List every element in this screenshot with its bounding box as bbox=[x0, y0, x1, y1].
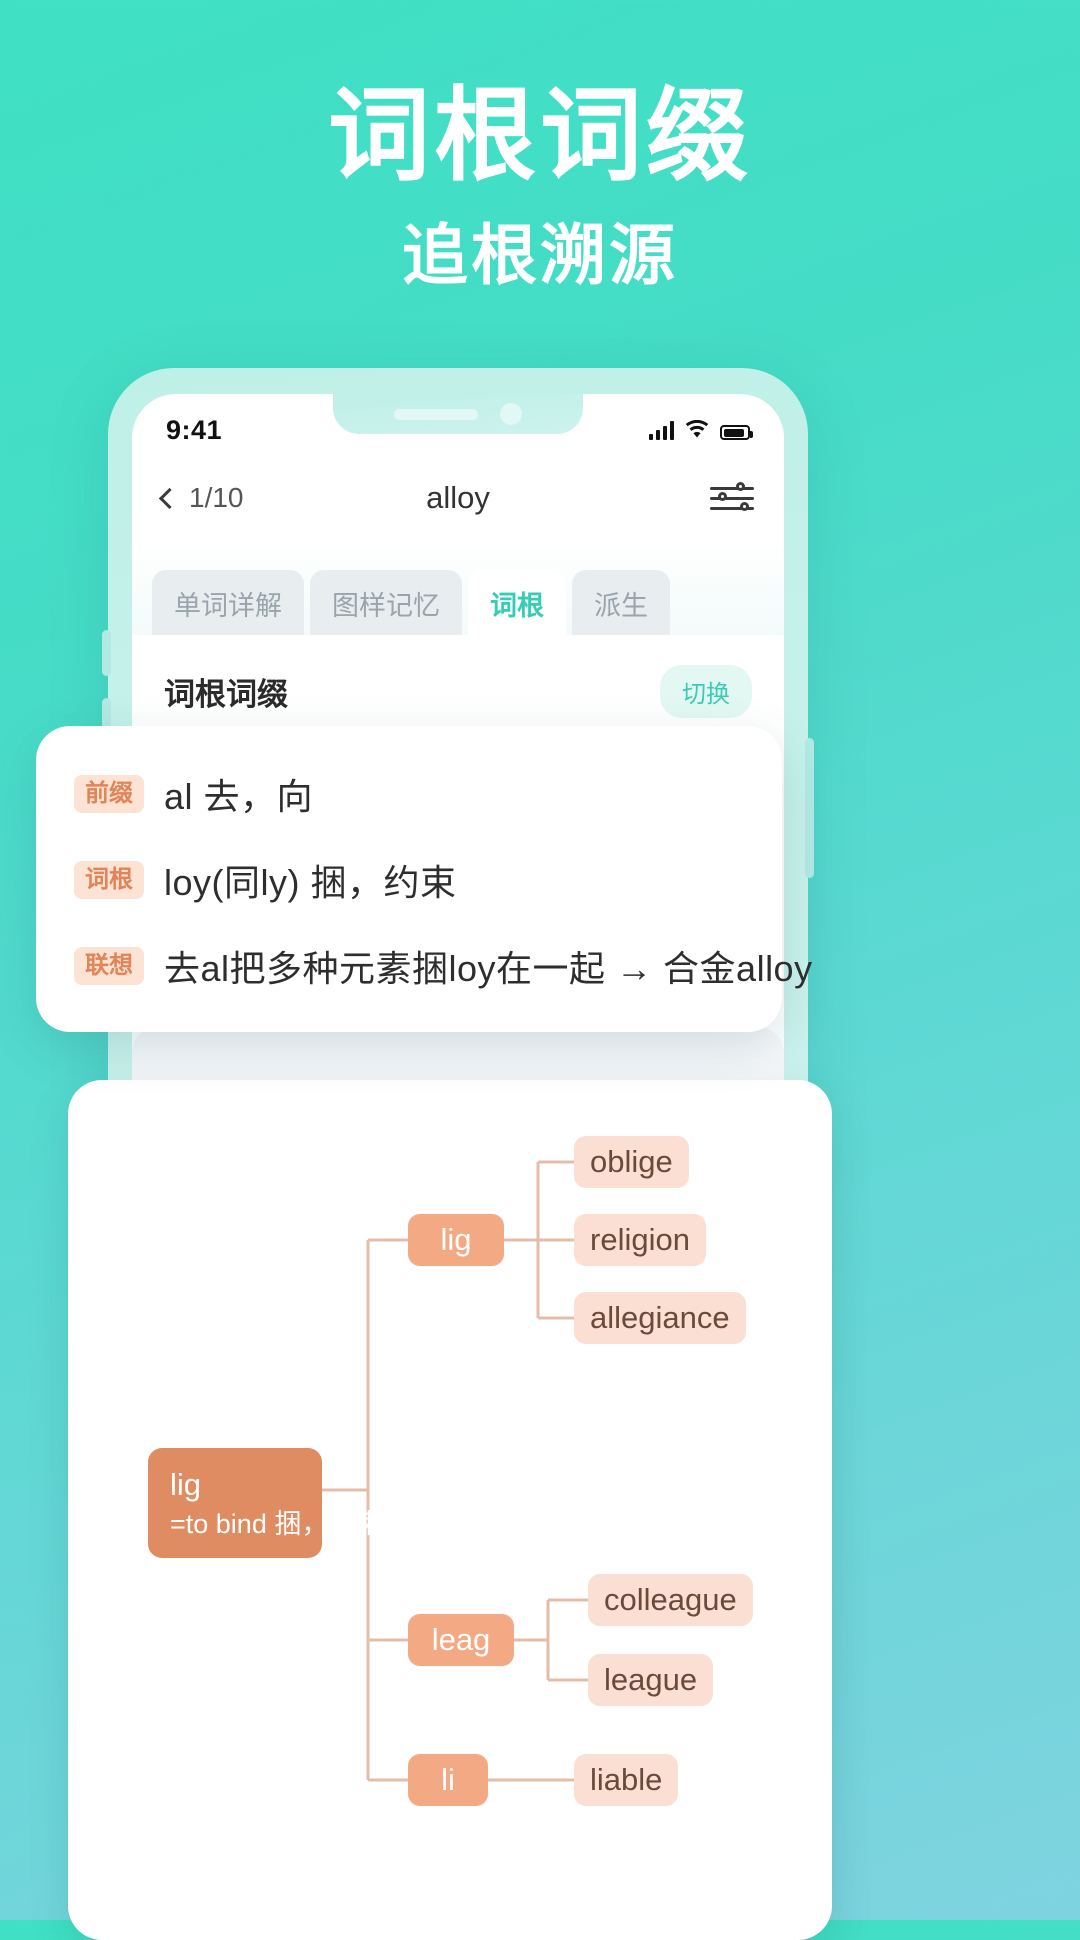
affix-text-prefix: al 去，向 bbox=[164, 776, 314, 817]
tab-word-detail[interactable]: 单词详解 bbox=[152, 570, 304, 635]
tab-derivative[interactable]: 派生 bbox=[572, 570, 670, 635]
word-counter: 1/10 bbox=[189, 482, 244, 513]
signal-bars-icon bbox=[649, 420, 674, 440]
phone-notch bbox=[333, 394, 583, 434]
poster-subtitle: 追根溯源 bbox=[402, 218, 678, 293]
affix-text-mnemonic: 去al把多种元素捆loy在一起 → 合金alloy bbox=[164, 948, 813, 989]
tree-stem-leag[interactable]: leag bbox=[408, 1614, 514, 1666]
tree-root-line2: =to bind 捆，约束 bbox=[170, 1508, 383, 1539]
front-camera-icon bbox=[500, 403, 522, 425]
tab-root[interactable]: 词根 bbox=[468, 570, 566, 635]
status-time: 9:41 bbox=[166, 414, 223, 445]
poster-title: 词根词缀 bbox=[328, 79, 752, 193]
affix-tag-mnemonic: 联想 bbox=[74, 947, 144, 985]
affix-tag-root: 词根 bbox=[74, 861, 144, 899]
affix-explanation-card: 前缀 al 去，向 词根 loy(同ly) 捆，约束 联想 去al把多种元素捆l… bbox=[36, 726, 812, 1032]
tree-word-liable[interactable]: liable bbox=[574, 1754, 679, 1806]
tree-word-religion[interactable]: religion bbox=[574, 1214, 706, 1266]
root-tree-card: lig =to bind 捆，约束 lig leag li oblige rel… bbox=[68, 1080, 832, 1940]
tree-stem-li[interactable]: li bbox=[408, 1754, 488, 1806]
poster-headline: 词根词缀 追根溯源 bbox=[0, 78, 1080, 299]
chevron-left-icon bbox=[158, 487, 181, 509]
affix-tag-prefix: 前缀 bbox=[74, 775, 144, 813]
affix-row: 联想 去al把多种元素捆loy在一起 → 合金alloy bbox=[74, 940, 812, 992]
affix-text-root: loy(同ly) 捆，约束 bbox=[164, 862, 457, 903]
phone-mute-switch bbox=[102, 630, 111, 676]
affix-section-title: 词根词缀 bbox=[164, 669, 288, 714]
tree-stem-lig[interactable]: lig bbox=[408, 1214, 504, 1266]
tab-image-memory[interactable]: 图样记忆 bbox=[310, 570, 462, 635]
affix-row: 词根 loy(同ly) 捆，约束 bbox=[74, 854, 744, 906]
switch-button[interactable]: 切换 bbox=[660, 665, 752, 718]
wifi-icon bbox=[685, 420, 709, 438]
tree-word-allegiance[interactable]: allegiance bbox=[574, 1292, 746, 1344]
tree-root-node[interactable]: lig =to bind 捆，约束 bbox=[148, 1448, 382, 1559]
back-button[interactable]: 1/10 bbox=[158, 482, 244, 514]
speaker-icon bbox=[394, 408, 478, 420]
tree-word-colleague[interactable]: colleague bbox=[588, 1574, 753, 1626]
affix-section-header: 词根词缀 切换 bbox=[132, 635, 784, 718]
phone-power-button bbox=[805, 738, 814, 878]
tree-word-league[interactable]: league bbox=[588, 1654, 714, 1706]
sliders-icon[interactable] bbox=[710, 481, 754, 515]
affix-row: 前缀 al 去，向 bbox=[74, 768, 744, 820]
status-indicators bbox=[649, 420, 753, 440]
tree-root-line1: lig bbox=[170, 1467, 202, 1502]
tab-bar: 单词详解 图样记忆 词根 派生 bbox=[132, 540, 784, 635]
battery-icon bbox=[720, 425, 753, 440]
tree-word-oblige[interactable]: oblige bbox=[574, 1136, 689, 1188]
app-nav-bar: 1/10 alloy bbox=[132, 456, 784, 540]
